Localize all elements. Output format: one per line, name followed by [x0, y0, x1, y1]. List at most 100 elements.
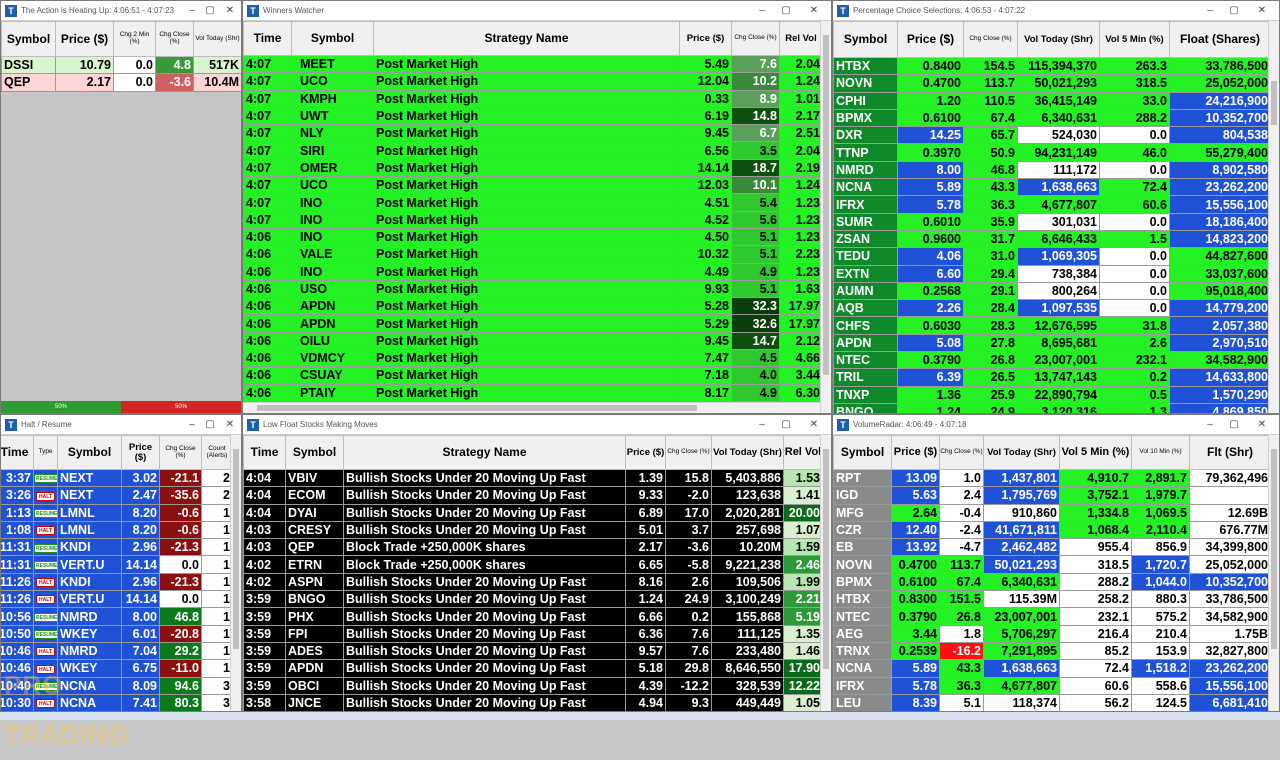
vertical-scrollbar[interactable] [820, 21, 831, 413]
table-row[interactable]: 10:50 RESUME WKEY 6.01 -20.8 1 [1, 624, 230, 643]
table-row[interactable]: ZSAN 0.9600 31.7 6,646,433 1.5 14,823,200 [833, 229, 1268, 249]
table-row[interactable]: NOVN 0.4700 113.7 50,021,293 318.5 25,052,000 [833, 74, 1268, 93]
col-symbol[interactable]: Symbol [1, 21, 56, 57]
minimize-icon[interactable]: ‒ [185, 415, 199, 435]
table-row[interactable]: 4:06 USO Post Market High 9.93 5.1 1.63 [243, 279, 820, 299]
maximize-icon[interactable]: ▢ [1227, 415, 1241, 435]
col-chg-close[interactable]: Chg Close (%) [665, 435, 712, 470]
col-chg-close[interactable]: Chg Close (%) [731, 21, 780, 56]
title-bar[interactable]: T Winners Watcher ‒ ▢ ✕ [243, 1, 831, 21]
col-strategy[interactable]: Strategy Name [343, 435, 626, 470]
table-row[interactable]: 3:59 ADES Bullish Stocks Under 20 Moving U… [243, 641, 820, 661]
table-row[interactable]: 4:02 ASPN Bullish Stocks Under 20 Moving U… [243, 572, 820, 592]
table-row[interactable]: NMRD 8.00 46.8 111,172 0.0 8,902,580 [833, 160, 1268, 180]
table-row[interactable]: 4:04 DYAI Bullish Stocks Under 20 Moving U… [243, 503, 820, 522]
table-row[interactable]: 4:06 VDMCY Post Market High 7.47 4.5 4.66 [243, 349, 820, 368]
col-count[interactable]: Count (Alerts) [201, 435, 230, 470]
col-vol-10min[interactable]: Vol 10 Min (%) [1131, 435, 1190, 470]
maximize-icon[interactable]: ▢ [203, 1, 217, 21]
minimize-icon[interactable]: ‒ [755, 415, 769, 435]
table-row[interactable]: 4:07 INO Post Market High 4.51 5.4 1.23 [243, 193, 820, 212]
table-row[interactable]: 3:59 FPI Bullish Stocks Under 20 Moving Up… [243, 624, 820, 643]
table-row[interactable]: BPMX 0.6100 67.4 6,340,631 288.2 1,044.0 10,35… [833, 572, 1268, 592]
col-float[interactable]: Float (Shares) [1169, 21, 1268, 58]
col-chg-2min[interactable]: Chg 2 Min (%) [113, 21, 156, 57]
maximize-icon[interactable]: ▢ [1227, 1, 1241, 21]
table-row[interactable]: 4:04 VBIV Bullish Stocks Under 20 Moving U… [243, 468, 820, 488]
maximize-icon[interactable]: ▢ [779, 1, 793, 21]
close-icon[interactable]: ✕ [1255, 415, 1269, 435]
col-strategy[interactable]: Strategy Name [373, 21, 680, 56]
horizontal-scrollbar[interactable] [243, 402, 820, 413]
table-row[interactable]: IFRX 5.78 36.3 4,677,807 60.6 15,556,100 [833, 195, 1268, 214]
col-symbol[interactable]: Symbol [57, 435, 122, 470]
col-price[interactable]: Price ($) [679, 21, 732, 56]
table-row[interactable]: CPHI 1.20 110.5 36,415,149 33.0 24,216,900 [833, 91, 1268, 110]
col-chg-close[interactable]: Chg Close (%) [159, 435, 202, 470]
table-row[interactable]: TTNP 0.3970 50.9 94,231,149 46.0 55,279,400 [833, 143, 1268, 162]
vertical-scrollbar[interactable] [1268, 21, 1279, 413]
table-row[interactable]: 4:07 MEET Post Market High 5.49 7.6 2.04 [243, 54, 820, 74]
maximize-icon[interactable]: ▢ [203, 415, 217, 435]
table-row[interactable]: 3:59 PHX Bullish Stocks Under 20 Moving Up… [243, 607, 820, 626]
table-row[interactable]: CZR 12.40 -2.4 41,671,811 1,068.4 2,110.4 676.… [833, 520, 1268, 540]
minimize-icon[interactable]: ‒ [185, 1, 199, 21]
table-row[interactable]: 4:06 INO Post Market High 4.50 5.1 1.23 [243, 227, 820, 247]
col-rel-vol[interactable]: Rel Vol [783, 435, 820, 470]
table-row[interactable]: MFG 2.64 -0.4 910,860 1,334.8 1,069.5 12.69B [833, 503, 1268, 522]
table-row[interactable]: 4:03 CRESY Bullish Stocks Under 20 Moving … [243, 520, 820, 540]
col-time[interactable]: Time [1, 435, 34, 470]
col-chg-close[interactable]: Chg Close (%) [939, 435, 984, 470]
table-row[interactable]: RPT 13.09 1.0 1,437,801 4,910.7 2,891.7 79,362… [833, 468, 1268, 488]
table-row[interactable]: 4:07 UWT Post Market High 6.19 14.8 2.17 [243, 106, 820, 126]
col-symbol[interactable]: Symbol [833, 21, 898, 58]
col-symbol[interactable]: Symbol [285, 435, 344, 470]
table-row[interactable]: 4:03 QEP Block Trade +250,000K shares 2.17-… [243, 538, 820, 557]
table-row[interactable]: SUMR 0.6010 35.9 301,031 0.0 18,186,400 [833, 212, 1268, 231]
table-row[interactable]: NCNA 5.89 43.3 1,638,663 72.4 23,262,200 [833, 178, 1268, 197]
vertical-scrollbar[interactable] [1268, 435, 1279, 711]
col-time[interactable]: Time [243, 435, 286, 470]
table-row[interactable]: 3:26 HALT NEXT 2.47 -35.6 2 [1, 486, 230, 505]
table-row[interactable]: 4:07 KMPH Post Market High 0.33 8.9 1.01 [243, 89, 820, 108]
table-row[interactable]: IFRX 5.78 36.3 4,677,807 60.6 558.6 15,556,100 [833, 676, 1268, 695]
table-row[interactable]: NOVN 0.4700 113.7 50,021,293 318.5 1,720.7 25,… [833, 555, 1268, 574]
minimize-icon[interactable]: ‒ [1203, 415, 1217, 435]
table-row[interactable]: 4:07 OMER Post Market High 14.14 18.7 2.19 [243, 158, 820, 178]
close-icon[interactable]: ✕ [223, 415, 237, 435]
table-row[interactable]: 4:02 ETRN Block Trade +250,000K shares 6.65… [243, 555, 820, 574]
table-row[interactable]: TNXP 1.36 25.9 22,890,794 0.5 1,570,290 [833, 385, 1268, 404]
window-percentage-choice[interactable]: T Percentage Choice Selections: 4:06:53 … [832, 0, 1280, 414]
table-row[interactable]: 4:04 ECOM Bullish Stocks Under 20 Moving U… [243, 486, 820, 505]
col-price[interactable]: Price ($) [897, 21, 964, 58]
window-volume-radar[interactable]: T VolumeRadar: 4:06:49 - 4:07:18 ‒ ▢ ✕ S… [832, 414, 1280, 712]
table-row[interactable]: 3:59 APDN Bullish Stocks Under 20 Moving U… [243, 659, 820, 678]
maximize-icon[interactable]: ▢ [779, 415, 793, 435]
minimize-icon[interactable]: ‒ [1203, 1, 1217, 21]
table-row[interactable]: 10:56 RESUME NMRD 8.00 46.8 1 [1, 607, 230, 626]
title-bar[interactable]: T Low Float Stocks Making Moves ‒ ▢ ✕ [243, 415, 831, 435]
table-row[interactable]: APDN 5.08 27.8 8,695,681 2.6 2,970,510 [833, 333, 1268, 353]
table-row[interactable]: 1:08 HALT LMNL 8.20 -0.6 1 [1, 520, 230, 540]
col-price[interactable]: Price ($) [121, 435, 160, 470]
window-action-heating-up[interactable]: T The Action is Heating Up: 4:06:51 - 4:… [0, 0, 242, 414]
table-row[interactable]: AQB 2.26 28.4 1,097,535 0.0 14,779,200 [833, 299, 1268, 318]
table-row[interactable]: BNGO 1.24 24.9 3,120,316 1.3 4,869,850 [833, 402, 1268, 413]
col-rel-vol[interactable]: Rel Vol [779, 21, 820, 56]
table-row[interactable]: 11:26 HALT VERT.U 14.14 0.0 1 [1, 590, 230, 609]
title-bar[interactable]: T The Action is Heating Up: 4:06:51 - 4:… [1, 1, 241, 21]
table-row[interactable]: 3:58 JNCE Bullish Stocks Under 20 Moving U… [243, 693, 820, 711]
close-icon[interactable]: ✕ [1255, 1, 1269, 21]
table-row[interactable]: 4:07 SIRI Post Market High 6.56 3.5 2.04 [243, 141, 820, 160]
col-vol-5min[interactable]: Vol 5 Min (%) [1099, 21, 1170, 58]
col-price[interactable]: Price ($) [625, 435, 666, 470]
table-row[interactable]: 4:06 APDN Post Market High 5.28 32.3 17.97 [243, 297, 820, 316]
col-chg-close[interactable]: Chg Close (%) [963, 21, 1018, 58]
title-bar[interactable]: T Halt / Resume ‒ ▢ ✕ [1, 415, 241, 435]
table-row[interactable]: HTBX 0.8300 151.5 115.39M 258.2 880.3 33,786,5… [833, 590, 1268, 609]
col-vol-today[interactable]: Vol Today (Shr) [1017, 21, 1100, 58]
table-row[interactable]: 1:13 RESUME LMNL 8.20 -0.6 1 [1, 503, 230, 522]
table-row[interactable]: QEP 2.17 0.0 -3.6 10.4M [1, 73, 241, 92]
title-bar[interactable]: T VolumeRadar: 4:06:49 - 4:07:18 ‒ ▢ ✕ [833, 415, 1279, 435]
window-low-float[interactable]: T Low Float Stocks Making Moves ‒ ▢ ✕ Ti… [242, 414, 832, 712]
